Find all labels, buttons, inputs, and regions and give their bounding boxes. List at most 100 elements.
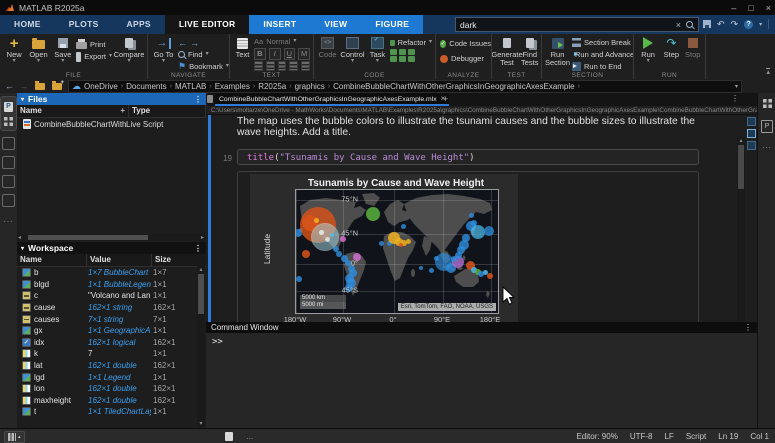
text-button[interactable]: Text xyxy=(233,36,252,59)
collapse-ribbon-icon[interactable]: ▴ xyxy=(766,68,770,76)
find-button[interactable]: Find▾ xyxy=(178,49,226,60)
workspace-column-name[interactable]: Name xyxy=(17,254,87,266)
ribbon-tab-view[interactable]: VIEW xyxy=(310,15,361,34)
find-tests-button[interactable]: Find Tests xyxy=(521,36,539,68)
export-button[interactable]: Export▾ xyxy=(76,51,112,62)
output-hide-view-icon[interactable] xyxy=(747,141,756,150)
history-back-icon[interactable]: ← xyxy=(5,80,14,92)
redo-icon[interactable]: ↷ xyxy=(731,19,739,30)
breadcrumb-item[interactable]: CombineBubbleChartWithOtherGraphicsInGeo… xyxy=(333,82,574,91)
command-prompt[interactable]: >> xyxy=(206,333,757,347)
status-document-icon[interactable] xyxy=(225,432,233,441)
sidebar-community-icon[interactable] xyxy=(2,194,15,207)
stop-button[interactable]: Stop xyxy=(684,36,702,59)
ribbon-tab-insert[interactable]: INSERT xyxy=(249,15,310,34)
code-issues-button[interactable]: ✓Code Issues xyxy=(440,38,491,49)
sidebar-panels-icon[interactable]: P xyxy=(4,102,13,112)
workspace-column-size[interactable]: Size xyxy=(152,254,206,266)
compare-button[interactable]: Compare▾ xyxy=(114,36,144,64)
run-section-button[interactable]: Run Section xyxy=(545,36,570,68)
workspace-row[interactable]: b1×7 BubbleChart1×7 xyxy=(17,267,206,279)
workspace-vertical-scrollbar[interactable]: ▴ ▾ xyxy=(197,266,205,427)
bold-button[interactable]: B xyxy=(254,48,266,60)
files-menu-icon[interactable]: ⋮ xyxy=(194,95,202,104)
code-tool-icon[interactable] xyxy=(399,56,406,62)
panel-layout-toggle[interactable]: ▴ xyxy=(4,431,25,443)
ribbon-tab-figure[interactable]: FIGURE xyxy=(361,15,423,34)
nav-back-icon[interactable]: ← xyxy=(178,38,187,48)
ribbon-tab-home[interactable]: HOME xyxy=(0,15,55,34)
close-button[interactable]: × xyxy=(766,3,771,13)
code-button[interactable]: <>Code xyxy=(317,36,338,59)
command-window-menu-icon[interactable]: ⋮ xyxy=(744,323,752,332)
run-to-end-button[interactable]: Run to End xyxy=(572,61,634,72)
new-tab-icon[interactable]: + xyxy=(443,94,448,104)
workspace-row[interactable]: t1×1 TiledChartLay...1×1 xyxy=(17,406,206,418)
monospace-button[interactable]: M xyxy=(298,48,310,60)
right-sidebar-more-icon[interactable]: ... xyxy=(758,141,775,150)
collapse-files-icon[interactable]: ▾ xyxy=(21,96,24,103)
script-paragraph-text[interactable]: The map uses the bubble colors to illust… xyxy=(237,116,707,138)
breadcrumb-item[interactable]: Examples xyxy=(215,82,250,91)
history-forward-icon[interactable]: → xyxy=(19,80,28,92)
files-column-type[interactable]: Type xyxy=(129,105,206,117)
open-button[interactable]: Open▾ xyxy=(27,36,49,64)
ribbon-tab-plots[interactable]: PLOTS xyxy=(55,15,113,34)
new-folder-icon[interactable]: + xyxy=(52,83,62,90)
folder-up-icon[interactable] xyxy=(35,83,45,90)
underline-button[interactable]: U xyxy=(284,48,296,60)
figure-panel[interactable]: Tsunamis by Cause and Wave Height xyxy=(250,174,518,336)
ribbon-tab-apps[interactable]: APPS xyxy=(113,15,165,34)
workspace-row[interactable]: k71×1 xyxy=(17,348,206,360)
tab-bar-menu-icon[interactable]: ⋮ xyxy=(731,94,739,103)
workspace-row[interactable]: cause162×1 string162×1 xyxy=(17,302,206,314)
workspace-row[interactable]: maxheight162×1 double162×1 xyxy=(17,395,206,407)
help-caret-icon[interactable]: ▾ xyxy=(759,21,762,28)
workspace-row[interactable]: lon162×1 double162×1 xyxy=(17,383,206,395)
nav-forward-icon[interactable]: → xyxy=(190,38,199,48)
workspace-menu-icon[interactable]: ⋮ xyxy=(194,244,202,253)
sidebar-variables-icon[interactable] xyxy=(2,156,15,169)
control-button[interactable]: Control▾ xyxy=(340,36,365,64)
files-horizontal-scrollbar[interactable]: ◂▸ xyxy=(17,234,205,241)
italic-button[interactable]: I xyxy=(269,48,281,60)
properties-panel-icon[interactable]: P xyxy=(761,120,773,133)
align-left-icon[interactable] xyxy=(278,61,287,71)
status-editor-zoom[interactable]: Editor: 90% xyxy=(576,432,617,441)
figure-palette-icon[interactable] xyxy=(763,99,772,108)
live-script-content[interactable]: 19 The map uses the bubble colors to ill… xyxy=(206,115,757,322)
new-button[interactable]: +New▾ xyxy=(3,36,25,64)
debugger-button[interactable]: Debugger xyxy=(440,53,491,64)
maximize-button[interactable]: □ xyxy=(748,3,753,13)
refactor-button[interactable]: Refactor▾ xyxy=(390,37,432,48)
editor-scrollbar[interactable]: ▴ ▾ xyxy=(737,137,745,336)
ribbon-tab-live-editor[interactable]: LIVE EDITOR xyxy=(165,15,250,34)
help-icon[interactable]: ? xyxy=(744,20,753,29)
undo-icon[interactable]: ↶ xyxy=(717,19,725,30)
search-clear-icon[interactable]: × xyxy=(673,20,684,30)
workspace-row[interactable]: blgd1×1 BubbleLegend1×1 xyxy=(17,279,206,291)
output-right-view-icon[interactable] xyxy=(747,129,756,138)
bullet-list-icon[interactable] xyxy=(254,61,263,71)
code-tool-icon[interactable] xyxy=(408,49,415,55)
sidebar-more-icon[interactable]: ... xyxy=(0,215,17,224)
files-column-name[interactable]: Name+ xyxy=(17,105,129,117)
document-bar-pin-icon[interactable] xyxy=(207,95,213,103)
file-row[interactable]: CombineBubbleChartWithO...Live Script xyxy=(17,118,206,130)
workspace-row[interactable]: lgd1×1 Legend1×1 xyxy=(17,371,206,383)
workspace-column-value[interactable]: Value xyxy=(87,254,152,266)
task-button[interactable]: Task▾ xyxy=(367,36,388,64)
run-and-advance-button[interactable]: Run and Advance xyxy=(572,49,634,60)
code-tool-icon[interactable] xyxy=(390,56,397,62)
workspace-row[interactable]: ✓idx162×1 logical162×1 xyxy=(17,337,206,349)
code-line[interactable]: title("Tsunamis by Cause and Wave Height… xyxy=(237,149,699,165)
breadcrumb-dropdown-icon[interactable]: ▾ xyxy=(735,83,738,90)
run-button[interactable]: Run▾ xyxy=(637,36,659,64)
code-tool-icon[interactable] xyxy=(408,56,415,62)
command-window-header[interactable]: Command Window ⋮ xyxy=(206,322,757,333)
bookmark-button[interactable]: ⚑Bookmark▾ xyxy=(178,61,226,72)
breadcrumb-item[interactable]: Documents xyxy=(126,82,166,91)
minimize-button[interactable]: – xyxy=(731,3,736,13)
align-right-icon[interactable] xyxy=(301,61,310,71)
geographic-axes[interactable]: 5000 km 5000 mi Esri, TomTom, FAO, NOAA,… xyxy=(295,189,499,314)
